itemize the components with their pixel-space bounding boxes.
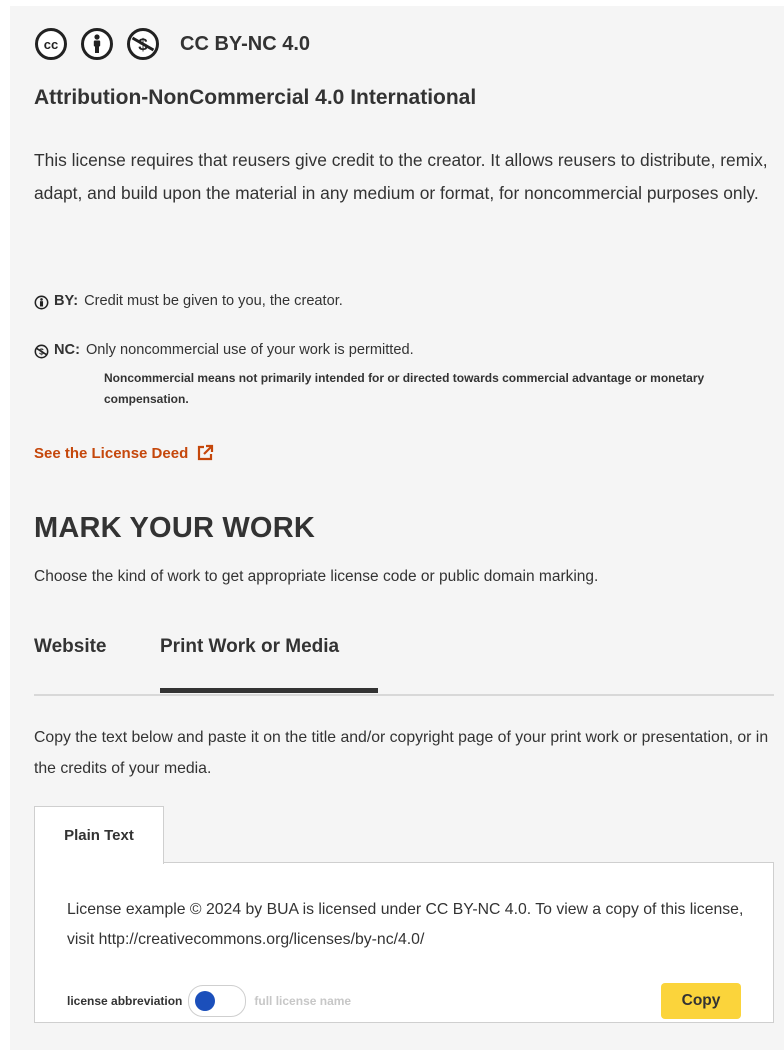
license-name-toggle[interactable] <box>188 985 247 1017</box>
deed-link-label: See the License Deed <box>34 444 189 462</box>
element-text: Only noncommercial use of your work is p… <box>85 342 414 358</box>
license-element-by: BY: Credit must be given to you, the cre… <box>34 293 343 310</box>
tab-print-label: Print Work or Media <box>160 636 340 657</box>
license-short-name: CC BY-NC 4.0 <box>180 32 311 55</box>
svg-text:cc: cc <box>44 37 58 52</box>
element-text: Credit must be given to you, the creator… <box>84 293 343 309</box>
element-code: NC: <box>54 342 80 358</box>
cc-icon: cc <box>34 27 68 61</box>
license-deed-link[interactable]: See the License Deed <box>34 444 214 462</box>
attribution-output-box: License example © 2024 by BUA is license… <box>34 862 774 1023</box>
mark-your-work-subheading: Choose the kind of work to get appropria… <box>34 568 599 585</box>
nc-noncommercial-icon: $ <box>34 344 49 359</box>
external-link-icon <box>196 444 214 462</box>
license-panel: cc $ CC BY-NC 4.0 Attributio <box>10 6 784 1050</box>
license-description: This license requires that reusers give … <box>34 150 768 203</box>
by-attribution-icon <box>80 27 114 61</box>
license-name-toggle-row: license abbreviation full license name <box>67 985 351 1017</box>
tab-print-work-or-media[interactable]: Print Work or Media <box>160 636 378 693</box>
copy-instructions: Copy the text below and paste it on the … <box>34 729 769 777</box>
element-code: BY: <box>54 293 79 309</box>
nc-noncommercial-icon: $ <box>126 27 160 61</box>
mark-your-work-heading: MARK YOUR WORK <box>34 512 315 544</box>
toggle-label-abbreviation: license abbreviation <box>67 994 183 1008</box>
license-element-nc: $ NC: Only noncommercial use of your wor… <box>34 342 414 359</box>
tab-website[interactable]: Website <box>34 636 107 692</box>
element-subtext: Noncommercial means not primarily intend… <box>104 371 705 406</box>
license-title-row: cc $ CC BY-NC 4.0 <box>34 26 310 62</box>
toggle-knob <box>195 991 216 1011</box>
attribution-text: License example © 2024 by BUA is license… <box>67 901 744 948</box>
by-attribution-icon <box>34 295 49 310</box>
toggle-label-full-name: full license name <box>254 994 352 1008</box>
work-type-tabs: Website Print Work or Media <box>34 628 774 696</box>
tab-plain-text[interactable]: Plain Text <box>34 806 164 864</box>
copy-button[interactable]: Copy <box>661 983 741 1019</box>
active-tab-indicator <box>160 688 378 693</box>
license-long-name: Attribution-NonCommercial 4.0 Internatio… <box>34 86 477 109</box>
